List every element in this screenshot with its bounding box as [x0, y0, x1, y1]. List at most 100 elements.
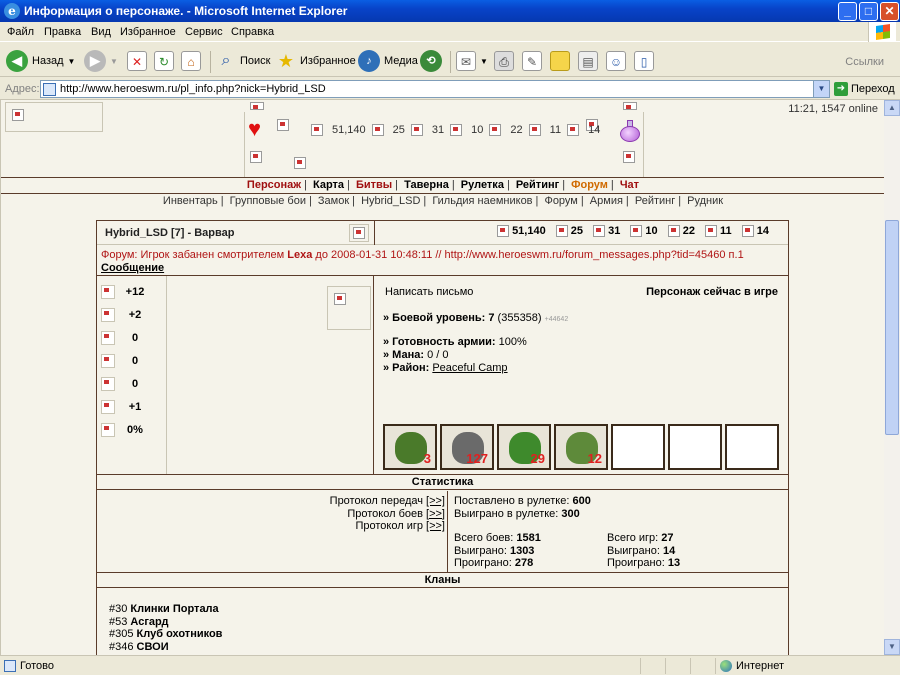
research-icon: ▤	[578, 51, 598, 71]
nav-tavern[interactable]: Таверна	[404, 179, 449, 191]
district-link[interactable]: Peaceful Camp	[432, 362, 507, 374]
army-slots: 3 127 29 12	[383, 424, 779, 470]
nav-inventory[interactable]: Инвентарь	[163, 195, 218, 207]
toolbar: ◀ Назад ▼ ▶ ▼ ✕ ↻ ⌂ ⌕ Поиск ★ Избранное …	[0, 43, 900, 77]
menu-view[interactable]: Вид	[91, 26, 111, 38]
menu-favorites[interactable]: Избранное	[120, 26, 176, 38]
army-unit-slot[interactable]: 3	[383, 424, 437, 470]
discuss-button[interactable]	[550, 49, 570, 73]
stop-button[interactable]: ✕	[127, 49, 147, 73]
scroll-up-icon[interactable]: ▲	[884, 100, 900, 116]
nav-forum-2[interactable]: Форум	[544, 195, 577, 207]
nav-army[interactable]: Армия	[590, 195, 623, 207]
mercury-icon	[630, 225, 643, 238]
ie-icon: e	[4, 3, 20, 19]
links-label[interactable]: Ссылки	[845, 56, 884, 68]
print-button[interactable]: ⎙	[494, 49, 514, 73]
ore-icon	[593, 225, 606, 238]
page-content: ♥ 51,140 25 31 10 22 11 14 11:21, 1547 o…	[0, 100, 884, 655]
nav-mercenary-guild[interactable]: Гильдия наемников	[432, 195, 532, 207]
mana: » Мана: 0 / 0	[383, 349, 449, 361]
edit-button[interactable]: ✎	[522, 49, 542, 73]
protocol-battles-link[interactable]: [>>]	[426, 508, 445, 520]
nav-rating[interactable]: Рейтинг	[516, 179, 559, 191]
windows-logo-icon	[868, 22, 896, 42]
clan-item[interactable]: #30 Клинки Портала	[109, 603, 222, 616]
home-button[interactable]: ⌂	[181, 49, 201, 73]
minimize-button[interactable]: _	[838, 2, 857, 21]
statistics-section: Протокол передач [>>] Протокол боев [>>]…	[97, 491, 788, 573]
research-button[interactable]: ▤	[578, 49, 598, 73]
nav-rating-2[interactable]: Рейтинг	[635, 195, 675, 207]
army-unit-slot[interactable]: 12	[554, 424, 608, 470]
scroll-down-icon[interactable]: ▼	[884, 639, 900, 655]
protocol-transfers: Протокол передач	[329, 495, 423, 507]
clan-badge-icon	[349, 224, 369, 242]
search-label: Поиск	[240, 55, 271, 67]
army-unit-slot[interactable]: 127	[440, 424, 494, 470]
search-button[interactable]: ⌕ Поиск	[216, 49, 271, 73]
messenger-button[interactable]: ☺	[606, 49, 626, 73]
forward-button[interactable]: ▶ ▼	[84, 49, 118, 73]
maximize-button[interactable]: □	[859, 2, 878, 21]
protocol-games-link[interactable]: [>>]	[426, 520, 445, 532]
menu-file[interactable]: Файл	[7, 26, 34, 38]
refresh-button[interactable]: ↻	[154, 49, 174, 73]
favorites-button[interactable]: ★ Избранное	[276, 49, 356, 73]
ban-text: Форум: Игрок забанен смотрителем	[101, 249, 288, 261]
address-dropdown-icon[interactable]: ▼	[813, 81, 829, 97]
window-title: Информация о персонаже. - Microsoft Inte…	[24, 4, 348, 18]
menu-help[interactable]: Справка	[231, 26, 274, 38]
clans-title: Кланы	[97, 572, 788, 588]
back-button[interactable]: ◀ Назад ▼	[6, 49, 75, 73]
address-url[interactable]: http://www.heroeswm.ru/pl_info.php?nick=…	[60, 83, 326, 95]
nav-battles[interactable]: Битвы	[356, 179, 392, 191]
nav-castle[interactable]: Замок	[318, 195, 349, 207]
menu-tools[interactable]: Сервис	[185, 26, 223, 38]
chevron-down-icon: ▼	[67, 56, 76, 66]
clan-item[interactable]: #53 Асгард	[109, 616, 222, 629]
close-button[interactable]: ✕	[880, 2, 899, 21]
broken-image-icon	[623, 102, 637, 110]
army-empty-slot	[725, 424, 779, 470]
clan-item[interactable]: #346 СВОИ	[109, 641, 222, 654]
char-sulfur: 22	[682, 225, 695, 237]
ore-value: 31	[431, 124, 445, 136]
nav-mine[interactable]: Рудник	[687, 195, 723, 207]
combat-level: » Боевой уровень: 7 (355358) +44642	[383, 312, 569, 324]
nav-roulette[interactable]: Рулетка	[461, 179, 504, 191]
scroll-thumb[interactable]	[885, 220, 899, 435]
write-letter-link[interactable]: Написать письмо	[385, 286, 473, 298]
vertical-scrollbar[interactable]: ▲ ▼	[884, 100, 900, 655]
army-readiness: » Готовность армии: 100%	[383, 336, 527, 348]
nav-character[interactable]: Персонаж	[247, 179, 301, 191]
logo-placeholder	[5, 102, 103, 132]
related-button[interactable]: ▯	[634, 49, 654, 73]
ban-moderator[interactable]: Lexa	[287, 249, 312, 261]
clan-item[interactable]: #305 Клуб охотников	[109, 628, 222, 641]
gems-value: 14	[588, 124, 601, 136]
mail-button[interactable]: ✉ ▼	[456, 49, 488, 73]
media-button[interactable]: ♪ Медиа	[358, 49, 418, 73]
sulfur-icon	[667, 225, 680, 238]
protocol-transfers-link[interactable]: [>>]	[426, 495, 445, 507]
nav-forum[interactable]: Форум	[571, 179, 608, 191]
stat-percent: 0%	[101, 420, 163, 440]
nav-player[interactable]: Hybrid_LSD	[361, 195, 420, 207]
broken-image-icon	[294, 157, 306, 169]
history-button[interactable]: ⟲	[420, 49, 442, 73]
menu-edit[interactable]: Правка	[44, 26, 81, 38]
wood-value: 25	[392, 124, 405, 136]
crystals-value: 11	[549, 124, 562, 136]
nav-map[interactable]: Карта	[313, 179, 344, 191]
nav-chat[interactable]: Чат	[620, 179, 639, 191]
star-icon: ★	[277, 51, 295, 71]
army-empty-slot	[611, 424, 665, 470]
address-input[interactable]: http://www.heroeswm.ru/pl_info.php?nick=…	[40, 80, 830, 98]
back-label: Назад	[32, 55, 64, 67]
stat-luck: 0	[101, 374, 163, 394]
army-unit-slot[interactable]: 29	[497, 424, 551, 470]
ban-message-link[interactable]: Сообщение	[101, 262, 164, 274]
go-button[interactable]: ➜ Переход	[834, 82, 895, 96]
nav-group-battles[interactable]: Групповые бои	[230, 195, 306, 207]
